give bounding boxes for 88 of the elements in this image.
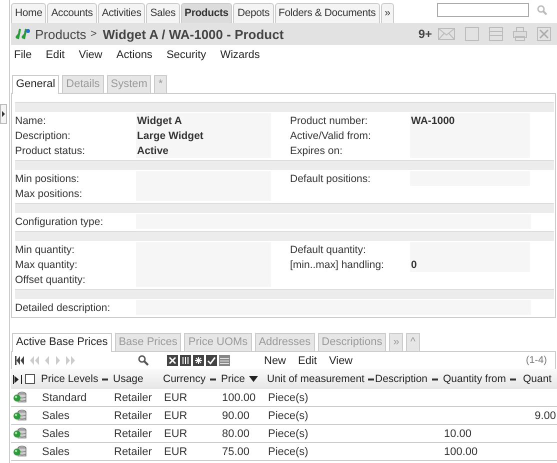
checkmark-icon[interactable] xyxy=(206,355,217,366)
table-cell: 9.00 xyxy=(534,410,556,422)
asterisk-icon[interactable] xyxy=(193,355,204,366)
table-cell: EUR xyxy=(164,410,188,422)
breadcrumb-separator: > xyxy=(90,28,97,40)
clear-filter-icon[interactable] xyxy=(167,355,178,366)
table-cell: Sales xyxy=(42,410,70,422)
sort-descending-icon[interactable] xyxy=(248,376,258,382)
expand-handle-icon[interactable] xyxy=(0,104,7,124)
table-cell: Sales xyxy=(42,428,70,440)
field-label: Active/Valid from: xyxy=(290,129,372,143)
field-label: Description: xyxy=(15,129,72,143)
field-label: Max quantity: xyxy=(15,258,78,272)
field-value: Active xyxy=(136,143,271,158)
record-range: (1-4) xyxy=(526,355,547,366)
table-cell: Piece(s) xyxy=(268,392,308,404)
table-cell: Sales xyxy=(42,446,70,458)
field-label: [min..max] handling: xyxy=(290,258,385,272)
menu-item[interactable]: Actions xyxy=(116,49,152,61)
nav-tab[interactable]: Home xyxy=(11,3,46,23)
nav-tab[interactable]: » xyxy=(380,3,394,23)
table-cell: 75.00 xyxy=(222,446,250,458)
database-icon xyxy=(13,445,27,458)
field-value: Large Widget xyxy=(136,128,271,143)
menu-item[interactable]: Wizards xyxy=(220,49,260,61)
database-icon xyxy=(13,409,27,422)
field-label: Name: xyxy=(15,114,47,128)
table-cell: 100.00 xyxy=(444,446,478,458)
database-icon xyxy=(13,427,27,440)
table-cell: Piece(s) xyxy=(268,410,308,422)
page-title: Widget A / WA-1000 - Product xyxy=(102,26,284,42)
table-cell: EUR xyxy=(164,446,188,458)
field-value: Widget A xyxy=(136,113,271,128)
field-label: Product number: xyxy=(290,114,369,128)
nav-tab[interactable]: Sales xyxy=(146,3,180,23)
field-label: Min positions: xyxy=(15,172,80,186)
field-label: Max positions: xyxy=(15,187,84,201)
field-label: Offset quantity: xyxy=(15,273,86,287)
field-label: Default positions: xyxy=(290,172,372,186)
search-icon[interactable] xyxy=(138,355,149,366)
table-cell: 80.00 xyxy=(222,428,250,440)
table-cell: Piece(s) xyxy=(268,428,308,440)
select-all-checkbox[interactable] xyxy=(25,374,35,384)
nav-tab[interactable]: Activities xyxy=(98,3,146,23)
detail-tab[interactable]: Active Base Prices xyxy=(12,333,112,352)
column-menu-icon[interactable] xyxy=(510,378,516,380)
field-label: Default quantity: xyxy=(290,243,367,257)
column-menu-icon[interactable] xyxy=(102,378,108,380)
column-menu-icon[interactable] xyxy=(368,378,374,380)
nav-tab[interactable]: Depots xyxy=(233,3,274,23)
field-label: Min quantity: xyxy=(15,243,76,257)
field-label: Configuration type: xyxy=(15,215,104,229)
search-field[interactable] xyxy=(437,3,529,17)
toolbar-button[interactable]: New xyxy=(264,354,286,366)
table-cell: EUR xyxy=(164,428,188,440)
breadcrumb-link[interactable]: Products xyxy=(35,26,86,42)
nav-tab[interactable]: Products xyxy=(180,3,232,23)
menu-item[interactable]: File xyxy=(14,49,32,61)
field-label: Detailed description: xyxy=(15,301,112,315)
table-cell: Retailer xyxy=(114,428,152,440)
table-cell: 10.00 xyxy=(444,428,472,440)
database-icon xyxy=(13,391,27,404)
column-menu-icon[interactable] xyxy=(210,378,216,380)
columns-icon[interactable] xyxy=(180,355,191,366)
table-cell: 100.00 xyxy=(222,392,256,404)
field-value: WA-1000 xyxy=(410,113,530,128)
form-tab[interactable]: General xyxy=(12,75,60,94)
column-menu-icon[interactable] xyxy=(432,378,438,380)
table-cell: Standard xyxy=(42,392,87,404)
menu-item[interactable]: View xyxy=(78,49,102,61)
field-label: Expires on: xyxy=(290,144,344,158)
toolbar-button[interactable]: Edit xyxy=(298,354,317,366)
table-cell: Retailer xyxy=(114,392,152,404)
nav-tab[interactable]: Folders & Documents xyxy=(274,3,380,23)
table-cell: 90.00 xyxy=(222,410,250,422)
menu-item[interactable]: Edit xyxy=(46,49,65,61)
first-page-icon[interactable] xyxy=(14,356,24,365)
table-cell: EUR xyxy=(164,392,188,404)
message-count: 9+ xyxy=(418,27,432,41)
table-cell: Retailer xyxy=(114,410,152,422)
column-resize-icon[interactable] xyxy=(13,374,22,384)
table-cell: Piece(s) xyxy=(268,446,308,458)
nav-tab[interactable]: Accounts xyxy=(47,3,97,23)
menu-item[interactable]: Security xyxy=(166,49,206,61)
field-value: 0 xyxy=(410,257,530,272)
toolbar-button[interactable]: View xyxy=(328,354,353,366)
table-cell: Retailer xyxy=(114,446,152,458)
field-label: Product status: xyxy=(15,144,86,158)
